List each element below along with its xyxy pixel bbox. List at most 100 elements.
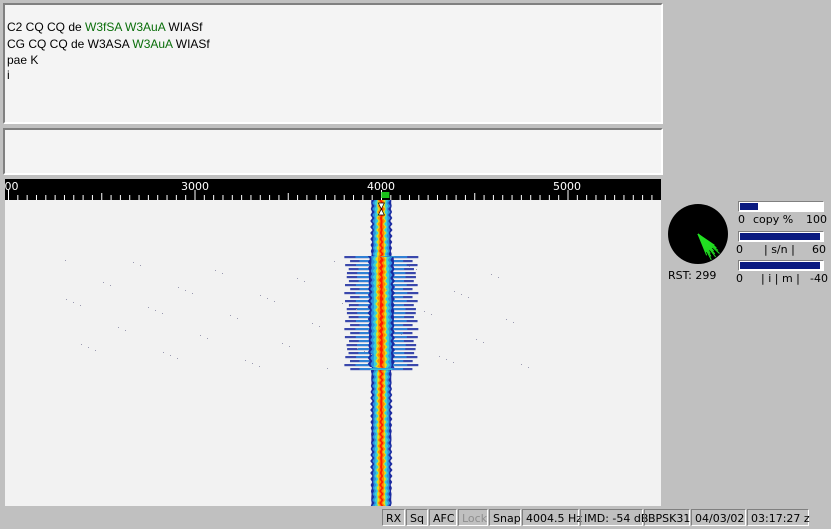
snr-max: 60	[812, 243, 826, 256]
noise-dot	[252, 363, 253, 364]
noise-dot	[454, 291, 455, 292]
callsign-text: W3AuA	[132, 37, 173, 51]
signal-meter-panel: RST: 299 0 copy % 100 0 | s/n | 60 0 | i…	[665, 198, 831, 290]
noise-dot	[342, 303, 343, 304]
noise-dot	[289, 346, 290, 347]
noise-dot	[95, 350, 96, 351]
snr-meter-fill	[740, 233, 820, 240]
noise-dot	[245, 360, 246, 361]
noise-dot	[416, 269, 417, 270]
sideband-row	[370, 368, 393, 370]
copy-min: 0	[738, 213, 745, 226]
afc-toggle[interactable]: AFC	[429, 509, 457, 526]
noise-dot	[163, 352, 164, 353]
waterfall-display[interactable]	[5, 200, 661, 506]
noise-dot	[439, 356, 440, 357]
noise-dot	[386, 289, 387, 290]
date-readout: 04/03/02	[691, 509, 746, 526]
snr-min: 0	[736, 243, 743, 256]
noise-dot	[491, 274, 492, 275]
noise-dot	[215, 270, 216, 271]
noise-dot	[274, 301, 275, 302]
noise-dot	[521, 364, 522, 365]
noise-dot	[483, 342, 484, 343]
noise-dot	[476, 339, 477, 340]
noise-dot	[297, 278, 298, 279]
noise-dot	[453, 362, 454, 363]
scale-label: 4000	[367, 180, 395, 193]
rst-readout: RST: 299	[668, 269, 717, 282]
squelch-toggle[interactable]: Sq	[406, 509, 428, 526]
noise-dot	[65, 260, 66, 261]
imd-max: -40	[810, 272, 828, 285]
noise-dot	[304, 281, 305, 282]
noise-dot	[185, 290, 186, 291]
rx-toggle[interactable]: RX	[382, 509, 405, 526]
noise-dot	[148, 307, 149, 308]
noise-dot	[110, 285, 111, 286]
noise-dot	[379, 286, 380, 287]
rx-text-segment: i	[7, 68, 10, 82]
noise-dot	[222, 273, 223, 274]
rx-text-segment: WIASf	[172, 37, 210, 51]
scale-label: 000	[5, 180, 19, 193]
noise-dot	[401, 334, 402, 335]
noise-dot	[468, 297, 469, 298]
snr-label: | s/n |	[764, 243, 795, 256]
noise-dot	[133, 262, 134, 263]
noise-dot	[446, 359, 447, 360]
frequency-scale[interactable]: 000 3000 4000 5000	[5, 179, 661, 200]
rx-text-segment: C2 CQ CQ de	[7, 20, 86, 34]
transmit-text-pane[interactable]	[3, 128, 663, 175]
imd-meter	[738, 260, 824, 271]
noise-dot	[364, 351, 365, 352]
noise-dot	[431, 314, 432, 315]
noise-dot	[349, 306, 350, 307]
mode-selector[interactable]: BPSK31	[644, 509, 690, 526]
noise-dot	[319, 326, 320, 327]
noise-dot	[528, 367, 529, 368]
noise-dot	[80, 305, 81, 306]
time-readout: 03:17:27 z	[747, 509, 810, 526]
noise-dot	[155, 310, 156, 311]
snr-meter	[738, 231, 824, 242]
noise-dot	[88, 347, 89, 348]
rx-line: C2 CQ CQ de W3fSA W3AuA WIASf	[7, 21, 202, 34]
noise-dot	[312, 323, 313, 324]
phase-scope	[668, 204, 728, 264]
rx-line: CG CQ CQ de W3ASA W3AuA WIASf	[7, 38, 210, 51]
imd-label: | i | m |	[761, 272, 800, 285]
lock-toggle[interactable]: Lock	[458, 509, 488, 526]
copy-max: 100	[806, 213, 827, 226]
noise-dot	[73, 302, 74, 303]
noise-dot	[237, 318, 238, 319]
noise-dot	[513, 322, 514, 323]
snap-toggle[interactable]: Snap	[489, 509, 521, 526]
noise-dot	[192, 293, 193, 294]
noise-dot	[498, 277, 499, 278]
status-bar: RX Sq AFC Lock Snap 4004.5 Hz IMD: -54 d…	[0, 508, 831, 529]
noise-dot	[461, 294, 462, 295]
noise-dot	[81, 344, 82, 345]
rx-line: pae K	[7, 54, 38, 67]
imd-readout: IMD: -54 dB	[580, 509, 648, 526]
rx-text-segment: CG CQ CQ de W3ASA	[7, 37, 133, 51]
noise-dot	[371, 354, 372, 355]
scale-label: 3000	[181, 180, 209, 193]
noise-dot	[200, 335, 201, 336]
noise-dot	[177, 358, 178, 359]
copy-meter	[738, 201, 824, 212]
frequency-readout: 4004.5 Hz	[522, 509, 582, 526]
noise-dot	[409, 266, 410, 267]
receive-text-pane[interactable]: C2 CQ CQ de W3fSA W3AuA WIASf CG CQ CQ d…	[3, 3, 663, 124]
noise-dot	[424, 311, 425, 312]
noise-dot	[259, 366, 260, 367]
imd-meter-fill	[740, 262, 820, 269]
noise-dot	[66, 299, 67, 300]
noise-dot	[327, 368, 328, 369]
noise-dot	[282, 343, 283, 344]
noise-dot	[170, 355, 171, 356]
noise-dot	[506, 319, 507, 320]
noise-dot	[118, 327, 119, 328]
noise-dot	[125, 330, 126, 331]
